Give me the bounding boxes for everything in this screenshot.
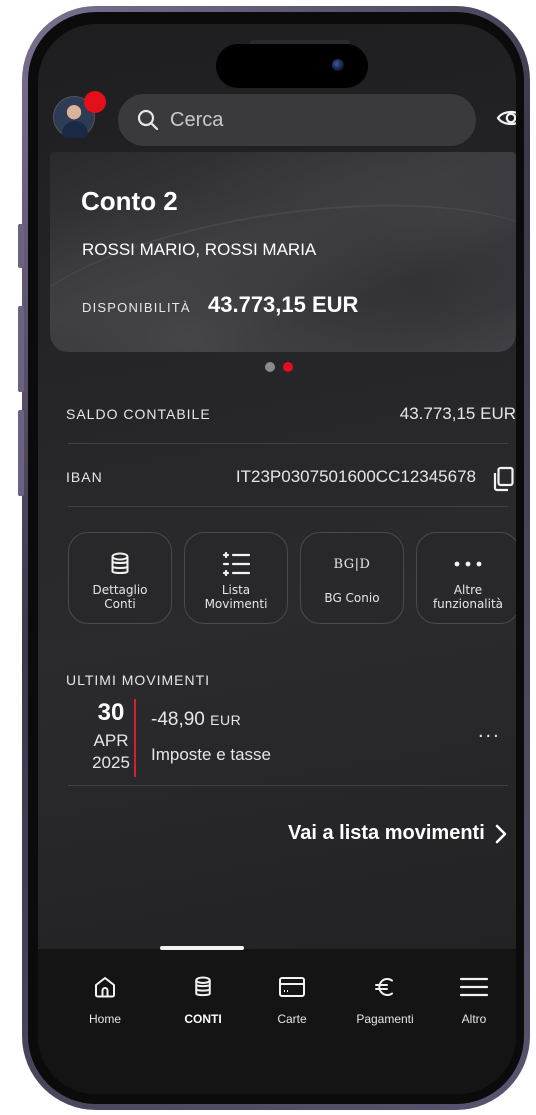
movement-more-button[interactable]: ...: [478, 720, 501, 743]
tab-active-indicator: [160, 946, 244, 950]
dynamic-island: [216, 44, 368, 88]
divider: [68, 785, 508, 786]
action-label: Dettaglio Conti: [92, 583, 148, 611]
search-input[interactable]: [170, 108, 450, 132]
avatar-figure: [62, 121, 88, 138]
tab-home[interactable]: Home: [60, 972, 150, 1026]
tab-conti[interactable]: CONTI: [158, 972, 248, 1026]
card-icon: [279, 977, 305, 997]
list-icon: [222, 551, 251, 577]
movement-year: 2025: [92, 753, 130, 772]
tab-carte[interactable]: Carte: [247, 972, 337, 1026]
tab-altro[interactable]: Altro: [429, 972, 516, 1026]
movement-day: 30: [97, 699, 125, 726]
movement-description: Imposte e tasse: [151, 745, 272, 764]
database-icon: [195, 976, 211, 997]
altre-funzionalita-button[interactable]: Altre funzionalità: [416, 532, 516, 624]
movement-amount-value: -48,90: [151, 709, 205, 730]
more-dots-icon: [454, 561, 482, 567]
account-card[interactable]: Conto 2 ROSSI MARIO, ROSSI MARIA DISPONI…: [50, 152, 516, 352]
notification-badge: [84, 91, 106, 113]
account-holders: ROSSI MARIO, ROSSI MARIA: [82, 240, 317, 259]
search-icon: [137, 109, 159, 131]
eye-icon[interactable]: [496, 107, 516, 129]
side-button: [18, 306, 24, 392]
divider: [68, 443, 508, 444]
movement-month: APR: [93, 731, 129, 750]
camera-icon: [332, 59, 344, 71]
tab-label: Altro: [461, 1012, 487, 1026]
tab-pagamenti[interactable]: Pagamenti: [340, 972, 430, 1026]
tab-label: CONTI: [184, 1012, 222, 1026]
euro-icon: [375, 978, 393, 996]
action-label: BG Conio: [324, 591, 380, 605]
pager-dot-active[interactable]: [283, 362, 293, 372]
iban-value[interactable]: IT23P0307501600CC12345678: [218, 467, 476, 487]
dettaglio-conti-button[interactable]: Dettaglio Conti: [68, 532, 172, 624]
tab-label: Carte: [277, 1012, 307, 1026]
movement-currency: EUR: [210, 712, 242, 728]
action-label: Altre funzionalità: [432, 583, 504, 611]
lista-movimenti-link[interactable]: Vai a lista movimenti: [288, 822, 507, 845]
iban-label: IBAN: [66, 469, 103, 485]
avatar[interactable]: [53, 91, 106, 138]
side-button: [18, 410, 24, 496]
lista-movimenti-button[interactable]: Lista Movimenti: [184, 532, 288, 624]
divider: [68, 506, 508, 507]
search-bar[interactable]: [118, 94, 476, 146]
database-icon: [111, 552, 129, 574]
section-title: ULTIMI MOVIMENTI: [66, 672, 211, 688]
tab-label: Home: [88, 1012, 121, 1026]
availability-value: 43.773,15 EUR: [208, 292, 359, 317]
side-button: [18, 224, 24, 268]
chevron-right-icon: [495, 824, 507, 843]
home-icon: [95, 977, 115, 998]
availability-label: DISPONIBILITÀ: [82, 300, 191, 315]
link-label: Vai a lista movimenti: [288, 822, 485, 844]
account-name: Conto 2: [81, 186, 178, 216]
app-screen: Conto 2 ROSSI MARIO, ROSSI MARIA DISPONI…: [38, 24, 516, 1094]
copy-icon[interactable]: [491, 466, 515, 492]
action-label: Lista Movimenti: [204, 583, 268, 611]
tab-label: Pagamenti: [356, 1012, 414, 1026]
bg-conio-button[interactable]: BG|D BG Conio: [300, 532, 404, 624]
menu-icon: [459, 977, 489, 997]
saldo-value: 43.773,15 EUR: [399, 404, 516, 423]
movement-amount: -48,90 EUR: [151, 709, 241, 731]
bg-conio-icon: BG|D: [333, 556, 371, 572]
movement-accent-bar: [134, 699, 136, 777]
saldo-label: SALDO CONTABILE: [66, 406, 211, 422]
pager-dot[interactable]: [265, 362, 275, 372]
